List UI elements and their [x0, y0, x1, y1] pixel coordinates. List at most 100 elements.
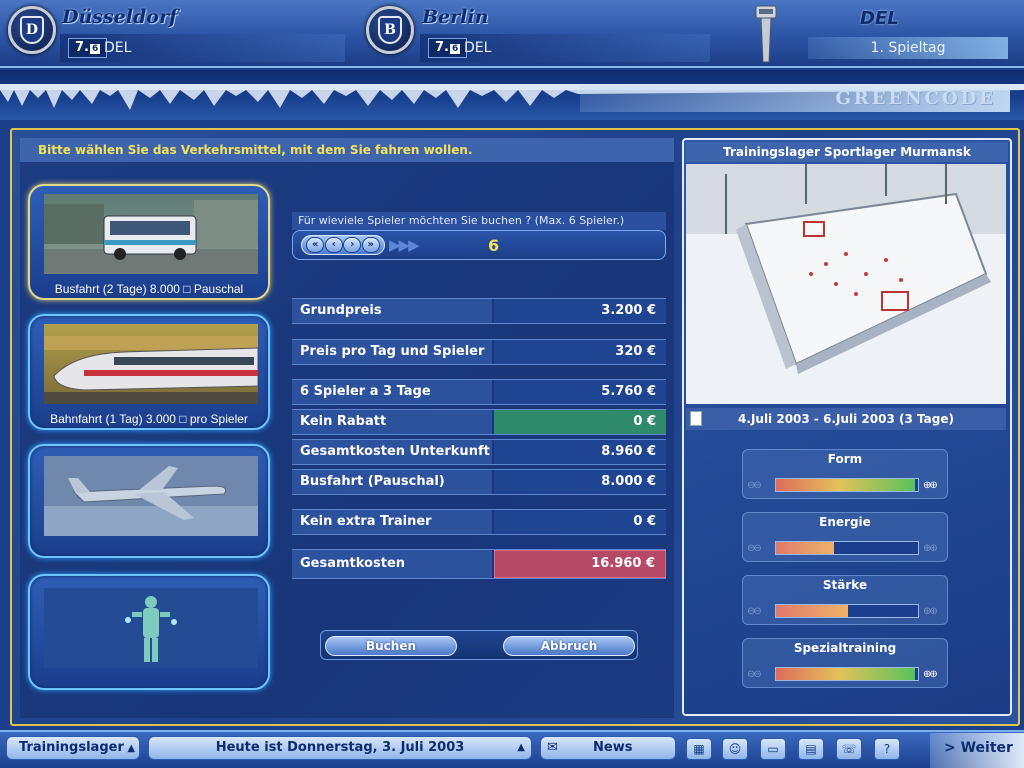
cost-row: 6 Spieler a 3 Tage 5.760 €	[292, 379, 666, 405]
league-title: DEL	[860, 8, 899, 29]
stat-decrease-icon[interactable]: ⊖⊖	[747, 480, 771, 491]
section-dropdown[interactable]: Trainingslager ▲	[6, 736, 140, 760]
transport-option-bus[interactable]: Busfahrt (2 Tage) 8.000 □ Pauschal	[28, 184, 270, 300]
stat-title: Stärke	[822, 578, 868, 592]
stat-energie: Energie ⊖⊖ ⊕⊕	[742, 512, 948, 562]
away-team-name: Berlin	[422, 6, 489, 28]
phone-icon[interactable]: ☏	[836, 738, 862, 760]
stat-bar	[775, 541, 919, 555]
top-bar: D Düsseldorf 7. 6 DEL B Berlin 7. 6 DEL DE…	[0, 0, 1024, 68]
chevron-up-icon[interactable]: ▲	[517, 737, 525, 759]
stat-increase-icon[interactable]: ⊕⊕	[923, 669, 947, 680]
stepper-arrows-icon: ▶▶▶	[389, 236, 420, 254]
home-team-block: D Düsseldorf 7. 6 DEL	[0, 0, 345, 66]
camp-rink-picture	[686, 164, 1006, 404]
news-label: News	[593, 740, 633, 755]
stat-title: Energie	[819, 515, 871, 529]
bus-picture	[44, 194, 258, 274]
cost-row-value: 8.960 €	[494, 440, 666, 464]
cost-row-label: Preis pro Tag und Spieler	[292, 340, 492, 364]
cost-row-value: 0 €	[494, 510, 666, 534]
section-label: Trainingslager	[19, 740, 124, 755]
stat-decrease-icon[interactable]: ⊖⊖	[747, 669, 771, 680]
stat-increase-icon[interactable]: ⊕⊕	[923, 606, 947, 617]
away-team-rating: 7. 6	[428, 38, 468, 58]
train-caption: Bahnfahrt (1 Tag) 3.000 □ pro Spieler	[50, 412, 248, 426]
stat-bar	[775, 478, 919, 492]
player-count-stepper: « ‹ › » ▶▶▶ 6	[292, 230, 666, 260]
chevron-right-icon: >	[944, 740, 956, 756]
stepper-prev-button[interactable]: ‹	[324, 237, 343, 253]
matchday-label: 1. Spieltag	[808, 37, 1008, 59]
stepper-buttons: « ‹ › »	[301, 235, 385, 255]
stat-title: Form	[827, 452, 863, 466]
news-button[interactable]: ✉ News	[540, 736, 676, 760]
stat-bar-fill	[776, 542, 835, 554]
player-count-question: Für wieviele Spieler möchten Sie buchen …	[292, 212, 666, 230]
status-box: Heute ist Donnerstag, 3. Juli 2003 ▲	[148, 736, 532, 760]
cost-row-label: Kein Rabatt	[292, 410, 492, 434]
help-icon[interactable]: ?	[874, 738, 900, 760]
cost-row: Preis pro Tag und Spieler 320 €	[292, 339, 666, 365]
person-icon[interactable]: ☺	[722, 738, 748, 760]
cost-row-value: 16.960 €	[494, 550, 666, 578]
train-picture	[44, 324, 258, 404]
cost-row-value: 8.000 €	[494, 470, 666, 494]
stat-bar	[775, 667, 919, 681]
cost-row-label: Kein extra Trainer	[292, 510, 492, 534]
camp-title: Trainingslager Sportlager Murmansk	[686, 142, 1008, 162]
stepper-first-button[interactable]: «	[306, 237, 325, 253]
cost-row-value: 0 €	[494, 410, 666, 434]
cost-row-value: 320 €	[494, 340, 666, 364]
calendar-icon[interactable]: ▦	[686, 738, 712, 760]
next-button[interactable]: > Weiter	[944, 740, 1013, 756]
cost-row: Grundpreis 3.200 €	[292, 298, 666, 324]
brand-strip: GREENCODE	[580, 86, 1010, 112]
transport-option-train[interactable]: Bahnfahrt (1 Tag) 3.000 □ pro Spieler	[28, 314, 270, 430]
bottom-bar: Trainingslager ▲ Heute ist Donnerstag, 3…	[0, 730, 1024, 768]
stepper-last-button[interactable]: »	[361, 237, 380, 253]
book-button[interactable]: Buchen	[325, 636, 457, 656]
transport-option-airplane[interactable]	[28, 444, 270, 558]
away-shield-icon: B	[378, 16, 402, 44]
cost-row-label: Busfahrt (Pauschal)	[292, 470, 492, 494]
cancel-button[interactable]: Abbruch	[503, 636, 635, 656]
action-bar: Buchen Abbruch	[320, 630, 638, 660]
stat-spezialtraining: Spezialtraining ⊖⊖ ⊕⊕	[742, 638, 948, 688]
brand-logo: GREENCODE	[835, 88, 996, 109]
board-icon[interactable]: ▤	[798, 738, 824, 760]
player-count-value: 6	[488, 236, 500, 255]
camp-dates: 4.Juli 2003 - 6.Juli 2003 (3 Tage)	[686, 408, 1006, 430]
monitor-icon[interactable]: ▭	[760, 738, 786, 760]
cost-row-label: Gesamtkosten Unterkunft	[292, 440, 492, 464]
stat-bar	[775, 604, 919, 618]
home-team-league: DEL	[104, 40, 132, 56]
away-team-logo[interactable]: B	[366, 6, 414, 54]
away-team-block: B Berlin 7. 6 DEL	[360, 0, 710, 66]
tower-icon	[755, 5, 777, 63]
stat-form: Form ⊖⊖ ⊕⊕	[742, 449, 948, 499]
transport-option-none[interactable]	[28, 574, 270, 690]
stat-increase-icon[interactable]: ⊕⊕	[923, 543, 947, 554]
home-team-name: Düsseldorf	[62, 6, 178, 28]
chevron-up-icon: ▲	[123, 743, 136, 754]
stat-title: Spezialtraining	[793, 641, 897, 655]
home-team-logo[interactable]: D	[8, 6, 56, 54]
status-text: Heute ist Donnerstag, 3. Juli 2003	[215, 740, 465, 755]
stepper-next-button[interactable]: ›	[343, 237, 362, 253]
airplane-picture	[44, 456, 258, 536]
cost-row-value: 5.760 €	[494, 380, 666, 404]
bus-caption: Busfahrt (2 Tage) 8.000 □ Pauschal	[54, 282, 244, 296]
stat-decrease-icon[interactable]: ⊖⊖	[747, 606, 771, 617]
stat-bar-fill	[776, 668, 916, 680]
cost-row-label: Gesamtkosten	[292, 550, 492, 578]
calendar-icon	[690, 411, 702, 426]
cost-row: Gesamtkosten Unterkunft 8.960 €	[292, 439, 666, 465]
cost-row-label: Grundpreis	[292, 299, 492, 323]
cost-row-label: 6 Spieler a 3 Tage	[292, 380, 492, 404]
stat-increase-icon[interactable]: ⊕⊕	[923, 480, 947, 491]
instruction-text: Bitte wählen Sie das Verkehrsmittel, mit…	[20, 138, 674, 162]
stat-decrease-icon[interactable]: ⊖⊖	[747, 543, 771, 554]
cost-row-total: Gesamtkosten 16.960 €	[292, 549, 666, 579]
cost-row-discount: Kein Rabatt 0 €	[292, 409, 666, 435]
